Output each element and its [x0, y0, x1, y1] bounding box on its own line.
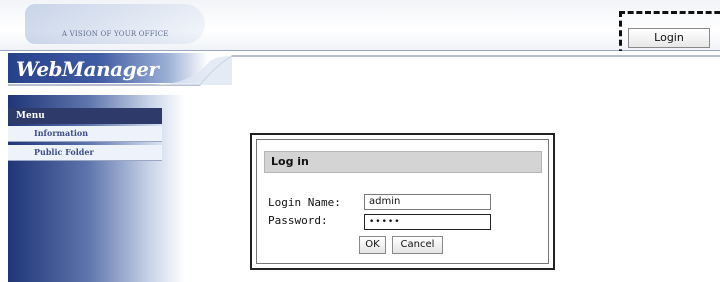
- sidebar-item-information[interactable]: Information: [8, 126, 162, 142]
- cancel-button[interactable]: Cancel: [392, 236, 443, 254]
- menu-title: Menu: [8, 108, 162, 124]
- ok-button[interactable]: OK: [359, 236, 386, 254]
- brand-logo-watermark: [25, 4, 205, 44]
- login-button[interactable]: Login: [628, 28, 710, 48]
- password-field[interactable]: •••••: [364, 214, 491, 230]
- dialog-title: Log in: [264, 151, 542, 173]
- sidebar-item-public-folder[interactable]: Public Folder: [8, 145, 162, 161]
- login-name-label: Login Name:: [268, 196, 341, 209]
- login-name-field[interactable]: admin: [364, 194, 491, 210]
- password-label: Password:: [268, 214, 328, 227]
- app-title: WebManager: [16, 57, 159, 81]
- tagline: A VISION OF YOUR OFFICE: [62, 30, 169, 38]
